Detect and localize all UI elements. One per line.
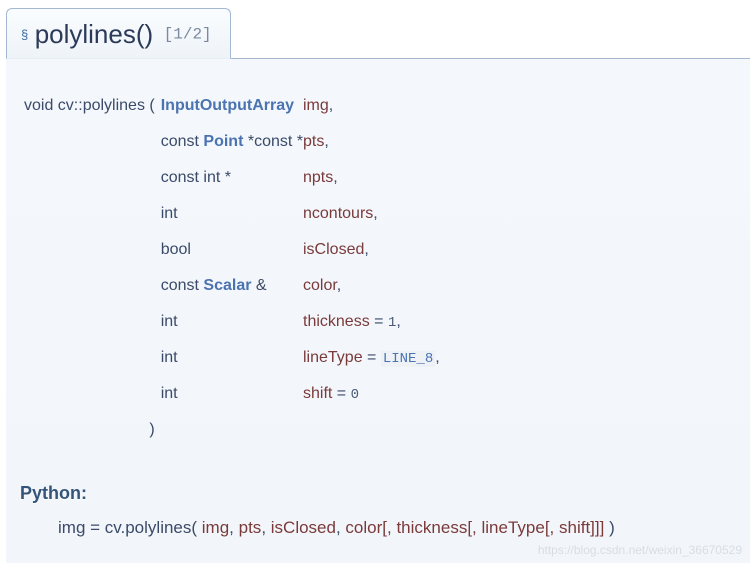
python-param: thickness[, xyxy=(396,518,481,537)
signature-prefix-cell xyxy=(24,133,161,151)
python-param: shift]]] xyxy=(559,518,604,537)
signature-prefix-cell xyxy=(24,313,161,331)
python-call-suffix: ) xyxy=(604,518,614,537)
python-call-prefix: img = cv.polylines( xyxy=(58,518,202,537)
python-param: pts xyxy=(239,518,262,537)
param-type: int xyxy=(161,205,303,223)
signature-row: intthickness = 1, xyxy=(24,313,440,331)
python-param: , xyxy=(336,518,345,537)
signature-row: void cv::polylines ( InputOutputArray img… xyxy=(24,97,440,115)
signature-close-row: ) xyxy=(24,421,440,439)
type-link[interactable]: Point xyxy=(203,133,243,150)
param-type: int xyxy=(161,349,303,367)
python-param: , xyxy=(229,518,238,537)
python-param: lineType[, xyxy=(482,518,560,537)
param-type: int xyxy=(161,385,303,403)
signature-prefix-cell: void cv::polylines ( xyxy=(24,97,161,115)
signature-row: intlineType = LINE_8, xyxy=(24,349,440,367)
function-tab[interactable]: § polylines() [1/2] xyxy=(6,8,231,59)
param-type: const int * xyxy=(161,169,303,187)
param-name-cell: thickness = 1, xyxy=(303,313,440,331)
watermark-text: https://blog.csdn.net/weixin_36670529 xyxy=(538,543,742,557)
signature-prefix-cell xyxy=(24,385,161,403)
overload-counter: [1/2] xyxy=(164,26,212,44)
param-type: int xyxy=(161,313,303,331)
python-param: , xyxy=(261,518,270,537)
signature-row: const Scalar &color, xyxy=(24,277,440,295)
param-name-cell: ncontours, xyxy=(303,205,440,223)
signature-row: boolisClosed, xyxy=(24,241,440,259)
default-value[interactable]: LINE_8 xyxy=(381,351,435,367)
function-title: polylines() xyxy=(35,19,154,49)
doc-container: § polylines() [1/2] void cv::polylines (… xyxy=(0,0,756,571)
python-param: isClosed xyxy=(271,518,336,537)
python-param: color[, xyxy=(345,518,396,537)
param-name-cell: shift = 0 xyxy=(303,385,440,403)
default-value: 0 xyxy=(351,387,359,403)
type-link[interactable]: InputOutputArray xyxy=(161,97,294,114)
param-type: InputOutputArray xyxy=(161,97,303,115)
cpp-signature-table: void cv::polylines ( InputOutputArray img… xyxy=(24,79,440,457)
python-heading: Python: xyxy=(20,483,738,504)
type-link[interactable]: Scalar xyxy=(203,277,251,294)
signature-prefix-cell xyxy=(24,205,161,223)
param-name-cell: lineType = LINE_8, xyxy=(303,349,440,367)
param-name-cell: color, xyxy=(303,277,440,295)
param-name-cell: img, xyxy=(303,97,440,115)
param-type: bool xyxy=(161,241,303,259)
signature-row: intshift = 0 xyxy=(24,385,440,403)
signature-panel: void cv::polylines ( InputOutputArrayimg… xyxy=(6,58,750,563)
param-name-cell: isClosed, xyxy=(303,241,440,259)
param-type: const Scalar & xyxy=(161,277,303,295)
param-name-cell: npts, xyxy=(303,169,440,187)
signature-prefix-cell xyxy=(24,349,161,367)
param-name-cell: pts, xyxy=(303,133,440,151)
section-mark-icon: § xyxy=(21,27,28,42)
signature-prefix-cell xyxy=(24,277,161,295)
python-signature: img = cv.polylines( img, pts, isClosed, … xyxy=(58,518,738,538)
signature-prefix-cell xyxy=(24,241,161,259)
signature-row: intncontours, xyxy=(24,205,440,223)
param-type: const Point *const * xyxy=(161,133,303,151)
signature-row: const Point *const *pts, xyxy=(24,133,440,151)
python-param: img xyxy=(202,518,229,537)
signature-prefix-cell xyxy=(24,169,161,187)
signature-row: const int *npts, xyxy=(24,169,440,187)
